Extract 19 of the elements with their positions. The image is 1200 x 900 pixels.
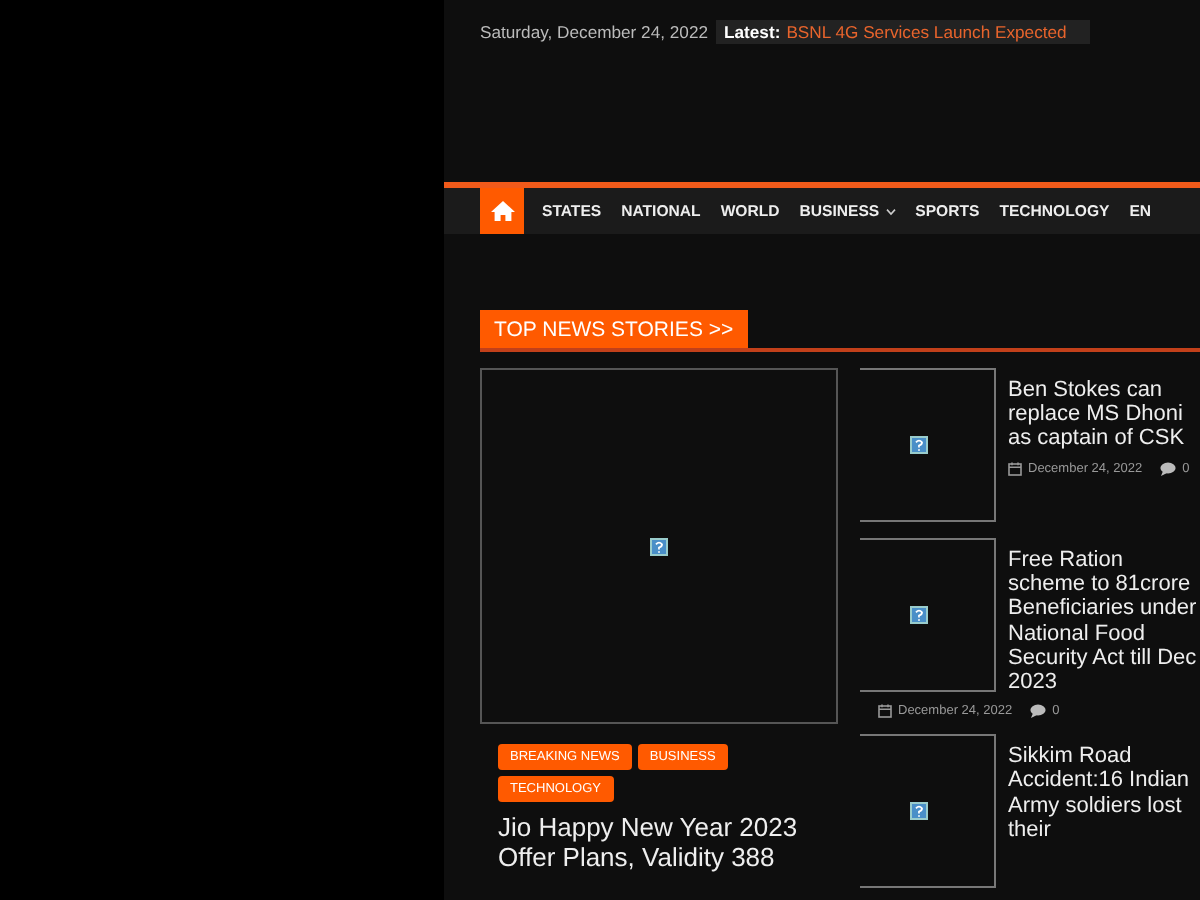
broken-image-icon bbox=[910, 436, 928, 454]
caret-icon bbox=[885, 207, 896, 215]
broken-image-icon bbox=[910, 802, 928, 821]
comment-icon bbox=[1030, 704, 1047, 719]
article-title[interactable]: Jio Happy New Year 2023 Offer Plans, Validity 388 bbox=[498, 814, 838, 872]
story-title[interactable]: Ben Stokes can replace MS Dhoni as captain of CSK bbox=[860, 378, 1200, 452]
broken-image-icon bbox=[910, 606, 928, 624]
section-title: TOP NEWS STORIES >> bbox=[480, 310, 748, 348]
headline-link[interactable]: BSNL 4G Services Launch Expected bbox=[786, 22, 1067, 42]
broken-image-icon bbox=[650, 537, 668, 555]
date-text: Saturday, December 24, 2022 bbox=[480, 22, 709, 42]
comment-icon bbox=[1160, 461, 1177, 476]
home-tab[interactable] bbox=[480, 188, 524, 234]
latest-label: Latest: bbox=[724, 22, 781, 42]
home-icon bbox=[489, 200, 515, 222]
calendar-icon bbox=[1008, 461, 1022, 476]
story-title[interactable]: Free Ration scheme to 81crore Beneficiaries under National Food Security Act till Dec 2023 bbox=[860, 548, 1200, 695]
story-title[interactable]: Sikkim Road Accident:16 Indian Army soldiers lost their bbox=[860, 744, 1200, 843]
calendar-icon bbox=[878, 704, 892, 719]
